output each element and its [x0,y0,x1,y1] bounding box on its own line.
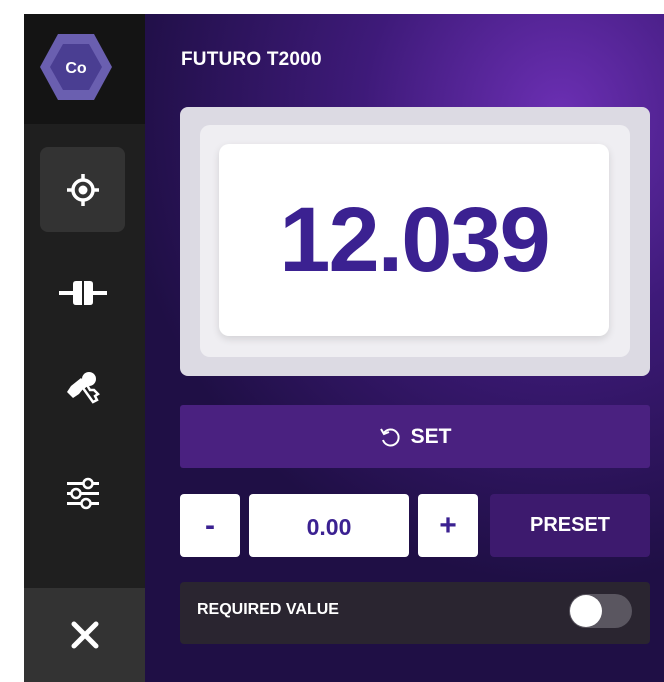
preset-button[interactable]: PRESET [490,494,650,557]
toggle-knob [570,595,602,627]
display-bezel: 12.039 [200,125,630,357]
sidebar: Co [24,14,145,682]
required-value-row: REQUIRED VALUE [180,582,650,644]
measurement-value: 12.039 [279,188,550,291]
crosshair-icon [66,173,99,206]
set-button[interactable]: SET [180,405,650,468]
display-screen: 12.039 [219,144,609,336]
sidebar-item-settings[interactable] [40,450,125,535]
required-value-label: REQUIRED VALUE [197,601,339,618]
plug-icon [58,280,107,305]
keys-icon [66,371,100,404]
reset-icon [379,427,400,446]
close-icon [71,621,98,649]
app-window: Co FUTURO T2000 12.039 SET - 0.00 + PRES… [24,14,664,682]
sidebar-item-keys[interactable] [40,345,125,430]
main-panel: FUTURO T2000 12.039 SET - + PRESET REQUI… [145,14,664,682]
close-button[interactable] [24,588,145,682]
device-title: FUTURO T2000 [181,49,322,70]
logo-text: Co [65,60,87,77]
sidebar-item-target[interactable] [40,147,125,232]
required-value-toggle[interactable] [569,594,632,628]
increment-button[interactable]: + [418,494,478,557]
logo-area: Co [24,14,145,124]
decrement-button[interactable]: - [180,494,240,557]
sidebar-item-connector[interactable] [40,250,125,335]
set-button-label: SET [410,424,452,448]
preset-value-input[interactable] [249,494,409,557]
display-frame: 12.039 [180,107,650,376]
logo-icon: Co [38,32,114,102]
sliders-icon [66,477,99,509]
